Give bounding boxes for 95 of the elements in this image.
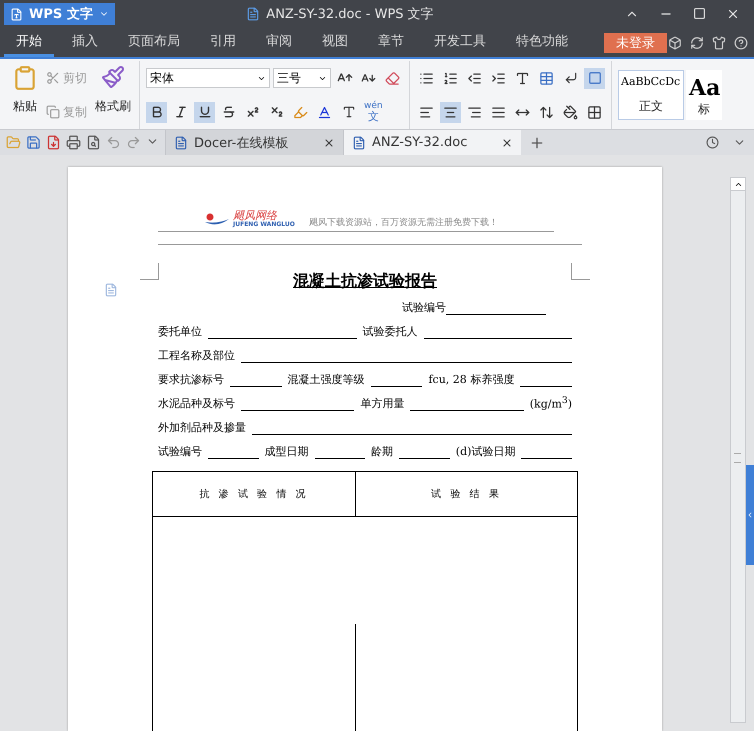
- close-icon[interactable]: [726, 7, 740, 21]
- field-label: (d)试验日期: [456, 444, 516, 459]
- field-label: 工程名称及部位: [158, 348, 235, 363]
- new-tab-icon[interactable]: [529, 134, 545, 150]
- app-menu-button[interactable]: WPS 文字: [4, 3, 115, 25]
- align-right-icon: [467, 104, 482, 120]
- field-label: 试验编号: [158, 444, 202, 459]
- underline-icon: [198, 105, 212, 119]
- paint-bucket-icon: [563, 104, 578, 120]
- document-icon: [174, 136, 188, 150]
- header-slogan: 飓风下载资源站，百万资源无需注册免费下载！: [308, 216, 498, 229]
- menu-tab[interactable]: 引用: [198, 28, 248, 57]
- document-icon: [352, 136, 366, 150]
- align-left-icon: [419, 104, 434, 120]
- window-title: ANZ-SY-32.doc - WPS 文字: [266, 6, 434, 23]
- phonetic-guide-button[interactable]: wén 文: [362, 102, 385, 122]
- bullet-list-icon: [419, 70, 434, 86]
- logo-name: 飓风网络: [233, 211, 277, 220]
- decrease-indent-icon: [467, 70, 482, 86]
- field-label: 试验编号: [402, 300, 446, 315]
- format-painter-button[interactable]: 格式刷: [93, 61, 133, 119]
- copy-icon: [46, 105, 60, 119]
- document-icon: [246, 7, 260, 21]
- vertical-scrollbar[interactable]: [730, 177, 746, 723]
- table-icon: [539, 70, 554, 86]
- return-arrow-icon: [564, 71, 578, 85]
- swoosh-icon: [204, 213, 230, 227]
- save-icon[interactable]: [26, 135, 41, 150]
- line-spacing-icon: [539, 104, 554, 120]
- table-header-cell: 试 验 结 果: [356, 472, 577, 517]
- print-preview-icon[interactable]: [86, 135, 101, 150]
- margin-corner-mark: [571, 263, 590, 280]
- scissors-icon: [46, 71, 60, 85]
- report-title: 混凝土抗渗试验报告: [292, 271, 438, 292]
- superscript-icon: [246, 105, 260, 119]
- borders-icon: [587, 104, 602, 120]
- font-name-field[interactable]: 宋体: [146, 68, 270, 88]
- sync-icon[interactable]: [690, 36, 704, 50]
- font-size-field[interactable]: 三号: [273, 68, 331, 88]
- field-label: 试验委托人: [362, 324, 418, 339]
- field-label: 单方用量: [360, 396, 404, 411]
- eraser-icon: [385, 70, 400, 86]
- page-border-button[interactable]: [584, 68, 605, 88]
- field-label: 委托单位: [158, 324, 202, 339]
- maximize-icon[interactable]: [693, 7, 706, 20]
- letter-icon: [515, 70, 530, 86]
- cube-icon[interactable]: [668, 36, 682, 50]
- field-label: 外加剂品种及掺量: [158, 420, 246, 435]
- subscript-icon: [270, 105, 284, 119]
- style-preset[interactable]: AaBbCcDc 正文: [618, 70, 684, 120]
- field-label: 龄期: [371, 444, 394, 459]
- close-tab-icon[interactable]: [501, 136, 513, 148]
- bold-button[interactable]: [146, 102, 167, 122]
- history-icon[interactable]: [706, 136, 719, 149]
- paragraph-marker-icon[interactable]: [104, 283, 118, 297]
- field-label: 要求抗渗标号: [158, 372, 224, 387]
- app-logo-icon: [10, 8, 23, 20]
- field-label: 水泥品种及标号: [158, 396, 235, 411]
- side-panel-toggle[interactable]: [746, 465, 754, 565]
- strikethrough-icon: [222, 105, 236, 119]
- menu-tab[interactable]: 视图: [310, 28, 360, 57]
- menu-tab[interactable]: 章节: [366, 28, 416, 57]
- document-tab[interactable]: Docer-在线模板: [165, 130, 343, 155]
- menu-tab[interactable]: 特色功能: [504, 28, 580, 57]
- align-justify-icon: [491, 104, 506, 120]
- menu-tab[interactable]: 页面布局: [116, 28, 192, 57]
- margin-corner-mark: [140, 263, 159, 280]
- increase-indent-icon: [491, 70, 506, 86]
- field-label: fcu, 28 标养强度: [428, 372, 514, 387]
- field-label: 成型日期: [264, 444, 309, 459]
- document-tab[interactable]: ANZ-SY-32.doc: [343, 130, 521, 155]
- paste-button[interactable]: 粘贴: [10, 61, 40, 119]
- highlighter-icon: [293, 104, 308, 120]
- letter-icon: [342, 105, 356, 119]
- export-pdf-icon[interactable]: [46, 135, 61, 150]
- align-center-icon: [443, 104, 458, 120]
- paintbrush-icon: [101, 65, 125, 89]
- underline-button[interactable]: [194, 102, 215, 122]
- font-color-icon: [317, 104, 332, 120]
- caret-icon: [746, 511, 754, 519]
- numbered-list-icon: [443, 70, 458, 86]
- style-preset[interactable]: Aa 标: [686, 70, 722, 120]
- menu-tab[interactable]: 审阅: [254, 28, 304, 57]
- close-tab-icon[interactable]: [323, 136, 335, 148]
- field-label: (kg/m$^{3}$): [530, 395, 572, 411]
- shirt-icon[interactable]: [712, 36, 726, 50]
- help-icon[interactable]: [734, 36, 748, 50]
- menu-tab[interactable]: 开发工具: [422, 28, 498, 57]
- field-label: 混凝土强度等级: [288, 372, 365, 387]
- italic-icon: [174, 105, 188, 119]
- menu-tab[interactable]: 插入: [60, 28, 110, 57]
- table-header-cell: 抗 渗 试 验 情 况: [153, 472, 356, 517]
- align-center-button[interactable]: [440, 102, 461, 122]
- print-icon[interactable]: [66, 135, 81, 150]
- square-icon: [588, 71, 602, 85]
